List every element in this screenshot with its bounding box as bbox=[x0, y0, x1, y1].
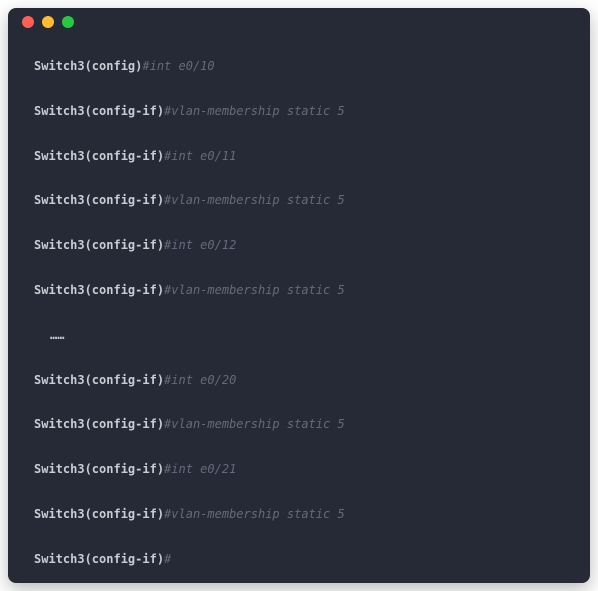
prompt-text: Switch3(config-if) bbox=[34, 373, 164, 387]
comment-text: # bbox=[164, 552, 171, 566]
terminal-line: Switch3(config)#int e0/10 bbox=[34, 58, 564, 75]
comment-text: #int e0/10 bbox=[142, 59, 214, 73]
terminal-line: Switch3(config-if)#vlan-membership stati… bbox=[34, 282, 564, 299]
terminal-line: Switch3(config-if)# bbox=[34, 551, 564, 568]
comment-text: #int e0/21 bbox=[164, 462, 236, 476]
ellipsis-text: …… bbox=[50, 327, 564, 344]
terminal-line: Switch3(config-if)#int e0/21 bbox=[34, 461, 564, 478]
prompt-text: Switch3(config-if) bbox=[34, 462, 164, 476]
terminal-line: Switch3(config-if)#int e0/20 bbox=[34, 372, 564, 389]
terminal-line: Switch3(config-if)#vlan-membership stati… bbox=[34, 506, 564, 523]
comment-text: #vlan-membership static 5 bbox=[164, 104, 345, 118]
comment-text: #int e0/11 bbox=[164, 149, 236, 163]
terminal-line: Switch3(config-if)#vlan-membership stati… bbox=[34, 103, 564, 120]
comment-text: #vlan-membership static 5 bbox=[164, 507, 345, 521]
terminal-line: Switch3(config-if)#int e0/12 bbox=[34, 237, 564, 254]
comment-text: #vlan-membership static 5 bbox=[164, 417, 345, 431]
prompt-text: Switch3(config-if) bbox=[34, 283, 164, 297]
comment-text: #int e0/20 bbox=[164, 373, 236, 387]
comment-text: #vlan-membership static 5 bbox=[164, 193, 345, 207]
comment-text: #int e0/12 bbox=[164, 238, 236, 252]
prompt-text: Switch3(config-if) bbox=[34, 193, 164, 207]
prompt-text: Switch3(config) bbox=[34, 59, 142, 73]
prompt-text: Switch3(config-if) bbox=[34, 507, 164, 521]
window-titlebar bbox=[8, 8, 590, 36]
close-icon[interactable] bbox=[22, 16, 34, 28]
terminal-window: Switch3(config)#int e0/10 Switch3(config… bbox=[8, 8, 590, 583]
prompt-text: Switch3(config-if) bbox=[34, 238, 164, 252]
terminal-line: Switch3(config-if)#vlan-membership stati… bbox=[34, 192, 564, 209]
terminal-body: Switch3(config)#int e0/10 Switch3(config… bbox=[8, 36, 590, 583]
terminal-line: Switch3(config-if)#vlan-membership stati… bbox=[34, 416, 564, 433]
comment-text: #vlan-membership static 5 bbox=[164, 283, 345, 297]
prompt-text: Switch3(config-if) bbox=[34, 417, 164, 431]
terminal-line: Switch3(config-if)#int e0/11 bbox=[34, 148, 564, 165]
prompt-text: Switch3(config-if) bbox=[34, 104, 164, 118]
minimize-icon[interactable] bbox=[42, 16, 54, 28]
maximize-icon[interactable] bbox=[62, 16, 74, 28]
prompt-text: Switch3(config-if) bbox=[34, 552, 164, 566]
prompt-text: Switch3(config-if) bbox=[34, 149, 164, 163]
